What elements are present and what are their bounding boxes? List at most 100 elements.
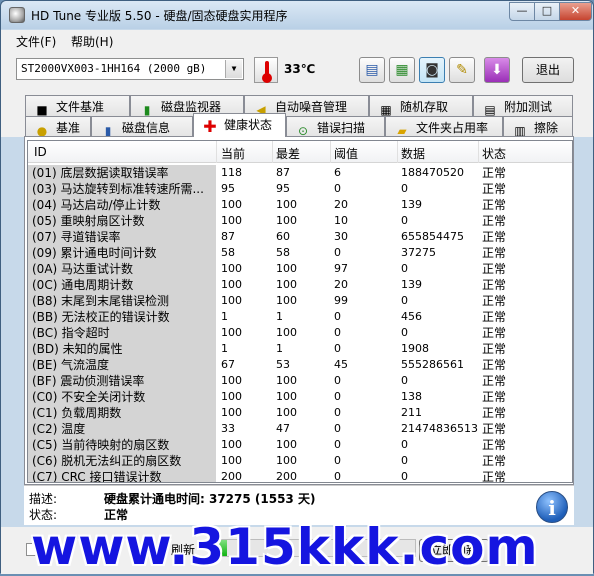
table-row[interactable]: (03) 马达旋转到标准转速所需... 95 95 0 0 正常 (28, 181, 572, 197)
smart-table[interactable]: ID 当前 最差 阈值 数据 状态 (01) 底层数据读取错误率 118 87 6 18… (27, 140, 573, 483)
screenshot-button[interactable]: ◙ (419, 57, 445, 83)
col-header-data[interactable]: 数据 (401, 145, 425, 162)
table-row[interactable]: (BE) 气流温度 67 53 45 555286561 正常 (28, 357, 572, 373)
table-row[interactable]: (C1) 负载周期数 100 100 0 211 正常 (28, 405, 572, 421)
cell-current: 1 (221, 310, 228, 323)
table-row[interactable]: (07) 寻道错误率 87 60 30 655854475 正常 (28, 229, 572, 245)
table-row[interactable]: (04) 马达启动/停止计数 100 100 20 139 正常 (28, 197, 572, 213)
cell-data: 1908 (401, 342, 429, 355)
table-row[interactable]: (05) 重映射扇区计数 100 100 10 0 正常 (28, 213, 572, 229)
table-row[interactable]: (0A) 马达重试计数 100 100 97 0 正常 (28, 261, 572, 277)
copy-button[interactable]: ▤ (359, 57, 385, 83)
tab-erase[interactable]: ▥ 擦除 (503, 116, 573, 138)
cell-current: 87 (221, 230, 235, 243)
tab-benchmark[interactable]: ● 基准 (25, 116, 91, 138)
cell-threshold: 0 (334, 406, 341, 419)
cell-threshold: 20 (334, 198, 348, 211)
table-row[interactable]: (B8) 末尾到末尾错误检测 100 100 99 0 正常 (28, 293, 572, 309)
cell-data: 139 (401, 198, 422, 211)
drive-select[interactable]: ST2000VX003-1HH164 (2000 gB) ▼ (16, 58, 244, 80)
close-button[interactable]: ✕ (559, 2, 592, 21)
col-header-threshold[interactable]: 阈值 (334, 145, 358, 162)
col-header-status[interactable]: 状态 (482, 145, 506, 162)
tab-folder-usage[interactable]: ▰ 文件夹占用率 (385, 116, 503, 138)
tab-disk-info[interactable]: ▮ 磁盘信息 (91, 116, 193, 138)
tab-label: 磁盘信息 (122, 121, 171, 135)
tab-random-access[interactable]: ▦ 随机存取 (369, 95, 473, 117)
table-row[interactable]: (C7) CRC 接口错误计数 200 200 0 0 正常 (28, 469, 572, 483)
table-row[interactable]: (C0) 不安全关闭计数 100 100 0 138 正常 (28, 389, 572, 405)
table-row[interactable]: (BC) 指令超时 100 100 0 0 正常 (28, 325, 572, 341)
tab-file-benchmark[interactable]: ■ 文件基准 (25, 95, 130, 117)
cell-current: 100 (221, 438, 242, 451)
cell-id: (C2) 温度 (28, 421, 216, 437)
tab-error-scan[interactable]: ⊙ 错误扫描 (286, 116, 385, 138)
cell-threshold: 0 (334, 438, 341, 451)
title-bar: HD Tune 专业版 5.50 - 硬盘/固态硬盘实用程序 — □ ✕ (1, 1, 593, 29)
cell-id: (07) 寻道错误率 (28, 229, 216, 245)
minimize-button[interactable]: — (509, 2, 535, 21)
table-row[interactable]: (BB) 无法校正的错误计数 1 1 0 456 正常 (28, 309, 572, 325)
cell-id: (03) 马达旋转到标准转速所需... (28, 181, 216, 197)
cell-worst: 100 (276, 198, 297, 211)
tab-health[interactable]: ✚ 健康状态 (193, 113, 286, 137)
cell-data: 0 (401, 374, 408, 387)
cell-worst: 1 (276, 342, 283, 355)
cell-data: 555286561 (401, 358, 464, 371)
col-header-worst[interactable]: 最差 (276, 145, 300, 162)
chevron-down-icon[interactable]: ▼ (225, 60, 242, 78)
col-header-current[interactable]: 当前 (221, 145, 245, 162)
tab-label: 健康状态 (224, 118, 273, 132)
tab-label: 自动噪音管理 (275, 100, 348, 114)
table-row[interactable]: (C6) 脱机无法纠正的扇区数 100 100 0 0 正常 (28, 453, 572, 469)
cell-status: 正常 (482, 214, 507, 228)
cell-id: (C1) 负载周期数 (28, 405, 216, 421)
cell-worst: 100 (276, 278, 297, 291)
cell-worst: 200 (276, 470, 297, 483)
options-button[interactable]: ✎ (449, 57, 475, 83)
tab-label: 附加测试 (504, 100, 553, 114)
exit-button[interactable]: 退出 (522, 57, 574, 83)
menu-help[interactable]: 帮助(H) (71, 33, 113, 50)
table-row[interactable]: (BD) 未知的属性 1 1 0 1908 正常 (28, 341, 572, 357)
cell-threshold: 0 (334, 374, 341, 387)
cell-worst: 100 (276, 454, 297, 467)
thermometer-icon (254, 57, 278, 83)
cell-threshold: 30 (334, 230, 348, 243)
table-row[interactable]: (09) 累计通电时间计数 58 58 0 37275 正常 (28, 245, 572, 261)
cell-worst: 100 (276, 438, 297, 451)
cell-data: 211 (401, 406, 422, 419)
table-row[interactable]: (C5) 当前待映射的扇区数 100 100 0 0 正常 (28, 437, 572, 453)
hdtune-app-icon (9, 7, 25, 23)
menu-file[interactable]: 文件(F) (16, 33, 56, 50)
camera-icon: ◙ (425, 62, 439, 78)
cell-id: (BD) 未知的属性 (28, 341, 216, 357)
table-row[interactable]: (C2) 温度 33 47 0 21474836513 正常 (28, 421, 572, 437)
maximize-button[interactable]: □ (534, 2, 560, 21)
cell-status: 正常 (482, 310, 507, 324)
cell-threshold: 0 (334, 182, 341, 195)
toolbar: ST2000VX003-1HH164 (2000 gB) ▼ 33℃ ▤ ▦ ◙… (1, 51, 593, 91)
cell-worst: 100 (276, 406, 297, 419)
cell-status: 正常 (482, 390, 507, 404)
save-button[interactable]: ▦ (389, 57, 415, 83)
cell-threshold: 0 (334, 454, 341, 467)
col-header-id[interactable]: ID (34, 145, 47, 159)
table-row[interactable]: (0C) 通电周期计数 100 100 20 139 正常 (28, 277, 572, 293)
cell-worst: 95 (276, 182, 290, 195)
cell-current: 95 (221, 182, 235, 195)
drive-select-value: ST2000VX003-1HH164 (2000 gB) (21, 62, 207, 75)
info-icon[interactable]: i (536, 491, 568, 523)
cell-current: 100 (221, 262, 242, 275)
cell-worst: 100 (276, 390, 297, 403)
cell-current: 1 (221, 342, 228, 355)
cell-threshold: 0 (334, 422, 341, 435)
table-row[interactable]: (01) 底层数据读取错误率 118 87 6 188470520 正常 (28, 165, 572, 181)
tab-label: 文件夹占用率 (416, 121, 489, 135)
tab-extra-tests[interactable]: ▤ 附加测试 (473, 95, 573, 117)
cell-id: (B8) 末尾到末尾错误检测 (28, 293, 216, 309)
table-row[interactable]: (BF) 震动侦测错误率 100 100 0 0 正常 (28, 373, 572, 389)
download-button[interactable]: ⬇ (484, 57, 510, 83)
cell-current: 100 (221, 214, 242, 227)
cell-current: 118 (221, 166, 242, 179)
